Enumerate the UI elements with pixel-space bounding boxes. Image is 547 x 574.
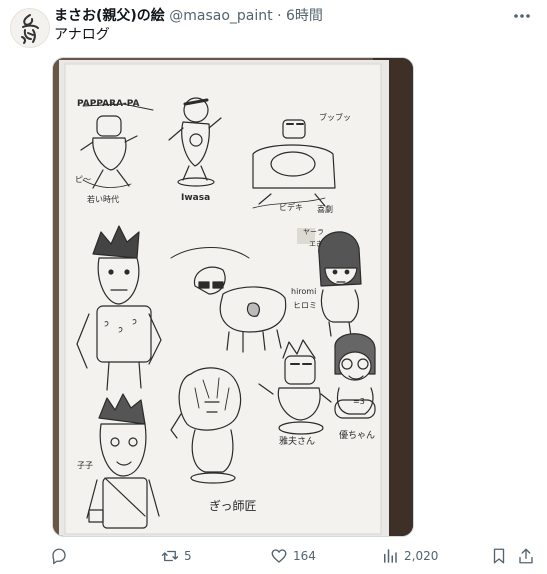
timestamp[interactable]: 6時間: [286, 8, 323, 24]
views-button[interactable]: 2,020: [381, 544, 438, 568]
avatar-calligraphy-icon: [21, 14, 39, 44]
bookmark-button[interactable]: [490, 544, 508, 568]
retweet-icon: [161, 550, 179, 562]
display-name[interactable]: まさお(親父)の絵: [54, 8, 165, 24]
sketch-label-three: =3: [353, 397, 365, 406]
sketch-label-pappara: PAPPARA-PA: [77, 99, 139, 109]
sketch-label-yuchan: 優ちゃん: [339, 429, 375, 441]
sketch-label-hideki: ビデキ: [279, 202, 303, 212]
retweet-button[interactable]: 5: [161, 544, 192, 568]
sketch-page-illustration: PAPPARA-PA ピ〜 若い時代 Iwasa ブッブッ ビデキ 喜劇 hir…: [53, 58, 413, 536]
like-count: 164: [293, 549, 316, 563]
reply-button[interactable]: [50, 544, 73, 568]
tweet-actions: 5 164 2,020: [0, 544, 547, 568]
views-icon: [384, 549, 397, 563]
like-button[interactable]: 164: [270, 544, 316, 568]
views-count: 2,020: [404, 549, 439, 563]
more-options-button[interactable]: [510, 6, 534, 26]
tweet-header: まさお(親父)の絵 @masao_paint · 6時間: [54, 7, 323, 25]
sketch-label-yara: ヤーラ: [303, 228, 324, 236]
sketch-label-koko: 子子: [77, 461, 93, 470]
avatar[interactable]: [10, 8, 50, 48]
sketch-label-kigeki: 喜劇: [317, 204, 333, 214]
sketch-label-hiromi-kana: ヒロミ: [293, 301, 317, 310]
tweet-media-image[interactable]: PAPPARA-PA ピ〜 若い時代 Iwasa ブッブッ ビデキ 喜劇 hir…: [52, 57, 414, 537]
bookmark-icon: [493, 548, 505, 564]
reply-icon: [52, 548, 66, 565]
sketch-caption: ぎっ師匠: [209, 499, 257, 513]
sketch-label-hiromi: hiromi: [291, 287, 316, 296]
tweet: まさお(親父)の絵 @masao_paint · 6時間 アナログ PAPPAR…: [0, 0, 547, 574]
heart-icon: [271, 549, 287, 563]
sketch-label-bubu: ブッブッ: [319, 112, 351, 122]
share-icon: [519, 548, 533, 564]
more-icon: [514, 14, 530, 18]
user-handle[interactable]: @masao_paint: [169, 8, 272, 24]
tweet-text: アナログ: [54, 27, 110, 43]
share-button[interactable]: [517, 544, 535, 568]
separator-dot: ·: [277, 8, 282, 24]
sketch-label-masao: 雅夫さん: [279, 435, 315, 447]
retweet-count: 5: [184, 549, 192, 563]
sketch-label-iwasa: Iwasa: [181, 193, 210, 203]
sketch-label-egi: エぎ: [309, 239, 323, 248]
sketch-label-wakai: 若い時代: [87, 194, 119, 204]
sketch-label-pi: ピ〜: [75, 175, 91, 184]
